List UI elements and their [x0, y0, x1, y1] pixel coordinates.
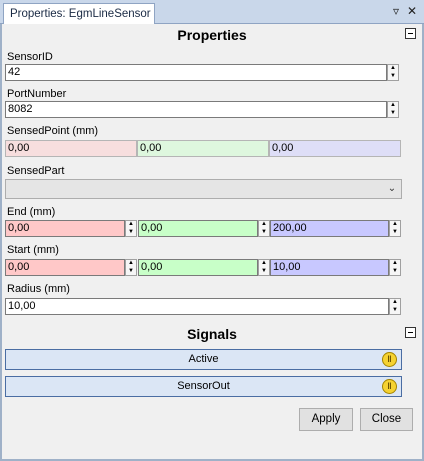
properties-panel: Properties SensorID 42 ▲ ▼ PortNumber 80… [2, 24, 422, 459]
spin-up-icon[interactable]: ▲ [390, 260, 400, 267]
spin-up-icon[interactable]: ▲ [390, 221, 400, 228]
sensed-point-label: SensedPoint (mm) [7, 125, 99, 137]
start-z-spinner[interactable]: ▲ ▼ [389, 259, 401, 276]
end-z-spinner[interactable]: ▲ ▼ [389, 220, 401, 237]
start-label: Start (mm) [7, 244, 59, 256]
sensed-part-dropdown[interactable]: ⌄ [5, 179, 402, 199]
end-z-input[interactable]: 200,00 [270, 220, 389, 237]
collapse-signals-icon[interactable] [405, 327, 416, 338]
radius-input[interactable]: 10,00 [5, 298, 389, 315]
spin-up-icon[interactable]: ▲ [259, 221, 269, 228]
signal-indicator-icon: ‖ [382, 379, 397, 394]
sensor-id-label: SensorID [7, 51, 53, 63]
spin-down-icon[interactable]: ▼ [390, 307, 400, 314]
pin-icon[interactable]: ▿ [389, 4, 403, 18]
properties-header: Properties [177, 27, 247, 43]
sensed-point-x-field: 0,00 [5, 140, 137, 157]
spin-up-icon[interactable]: ▲ [388, 65, 398, 72]
spin-down-icon[interactable]: ▼ [388, 110, 398, 117]
end-y-spinner[interactable]: ▲ ▼ [258, 220, 270, 237]
radius-label: Radius (mm) [7, 283, 70, 295]
start-z-input[interactable]: 10,00 [270, 259, 389, 276]
signal-sensor-out[interactable]: SensorOut ‖ [5, 376, 402, 397]
close-icon[interactable]: ✕ [405, 4, 419, 18]
sensor-id-input[interactable]: 42 [5, 64, 387, 81]
port-number-spinner[interactable]: ▲ ▼ [387, 101, 399, 118]
title-bar: Properties: EgmLineSensor ▿ ✕ [0, 0, 424, 24]
radius-spinner[interactable]: ▲ ▼ [389, 298, 401, 315]
spin-up-icon[interactable]: ▲ [126, 260, 136, 267]
sensor-id-spinner[interactable]: ▲ ▼ [387, 64, 399, 81]
tab-title: Properties: EgmLineSensor [10, 8, 151, 20]
signal-sensor-out-label: SensorOut [177, 380, 230, 392]
signal-active-label: Active [188, 353, 219, 365]
start-y-input[interactable]: 0,00 [138, 259, 258, 276]
signals-header: Signals [187, 326, 237, 342]
spin-up-icon[interactable]: ▲ [259, 260, 269, 267]
spin-down-icon[interactable]: ▼ [390, 229, 400, 236]
end-label: End (mm) [7, 206, 56, 218]
port-number-label: PortNumber [7, 88, 67, 100]
spin-down-icon[interactable]: ▼ [126, 268, 136, 275]
collapse-properties-icon[interactable] [405, 28, 416, 39]
sensed-part-label: SensedPart [7, 165, 65, 177]
start-x-input[interactable]: 0,00 [5, 259, 125, 276]
spin-up-icon[interactable]: ▲ [390, 299, 400, 306]
sensed-point-z-field: 0,00 [269, 140, 401, 157]
sensed-point-y-field: 0,00 [137, 140, 269, 157]
signal-indicator-icon: ‖ [382, 352, 397, 367]
spin-down-icon[interactable]: ▼ [259, 268, 269, 275]
end-x-input[interactable]: 0,00 [5, 220, 125, 237]
chevron-down-icon[interactable]: ⌄ [383, 180, 401, 198]
spin-up-icon[interactable]: ▲ [126, 221, 136, 228]
spin-down-icon[interactable]: ▼ [126, 229, 136, 236]
spin-down-icon[interactable]: ▼ [388, 73, 398, 80]
apply-button[interactable]: Apply [299, 408, 353, 431]
port-number-input[interactable]: 8082 [5, 101, 387, 118]
signal-active[interactable]: Active ‖ [5, 349, 402, 370]
spin-down-icon[interactable]: ▼ [390, 268, 400, 275]
close-button[interactable]: Close [360, 408, 413, 431]
tab-properties[interactable]: Properties: EgmLineSensor [3, 3, 155, 24]
spin-down-icon[interactable]: ▼ [259, 229, 269, 236]
end-y-input[interactable]: 0,00 [138, 220, 258, 237]
spin-up-icon[interactable]: ▲ [388, 102, 398, 109]
start-y-spinner[interactable]: ▲ ▼ [258, 259, 270, 276]
end-x-spinner[interactable]: ▲ ▼ [125, 220, 137, 237]
start-x-spinner[interactable]: ▲ ▼ [125, 259, 137, 276]
properties-window: Properties: EgmLineSensor ▿ ✕ Properties… [0, 0, 424, 461]
